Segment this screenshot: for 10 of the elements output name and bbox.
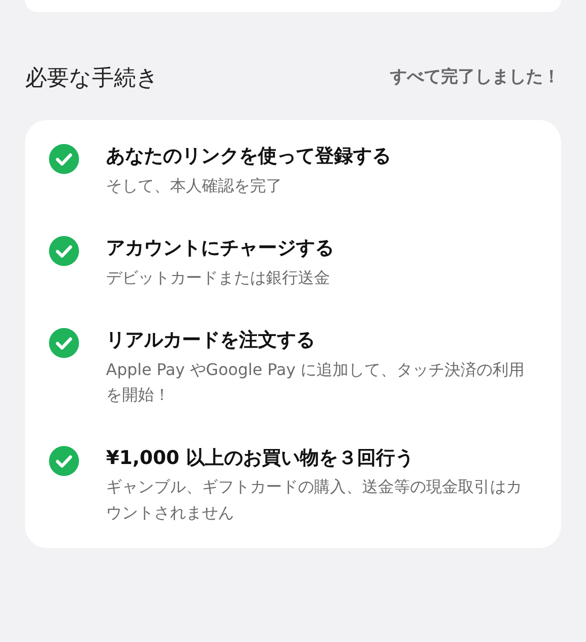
step-description: Apple Pay やGoogle Pay に追加して、タッチ決済の利用を開始！ [106,358,526,406]
section-title: 必要な手続き [25,64,159,92]
step-description: そして、本人確認を完了 [106,174,283,196]
step-title: ¥1,000 以上のお買い物を３回行う [106,446,415,471]
step-description: デビットカードまたは銀行送金 [106,266,331,289]
step-title: あなたのリンクを使って登録する [106,144,391,169]
step-title: リアルカードを注文する [106,328,316,354]
step-title: アカウントにチャージする [106,236,334,262]
completion-status: すべて完了しました！ [390,66,560,90]
step-description: ギャンブル、ギフトカードの購入、送金等の現金取引はカウントされません [106,476,523,524]
